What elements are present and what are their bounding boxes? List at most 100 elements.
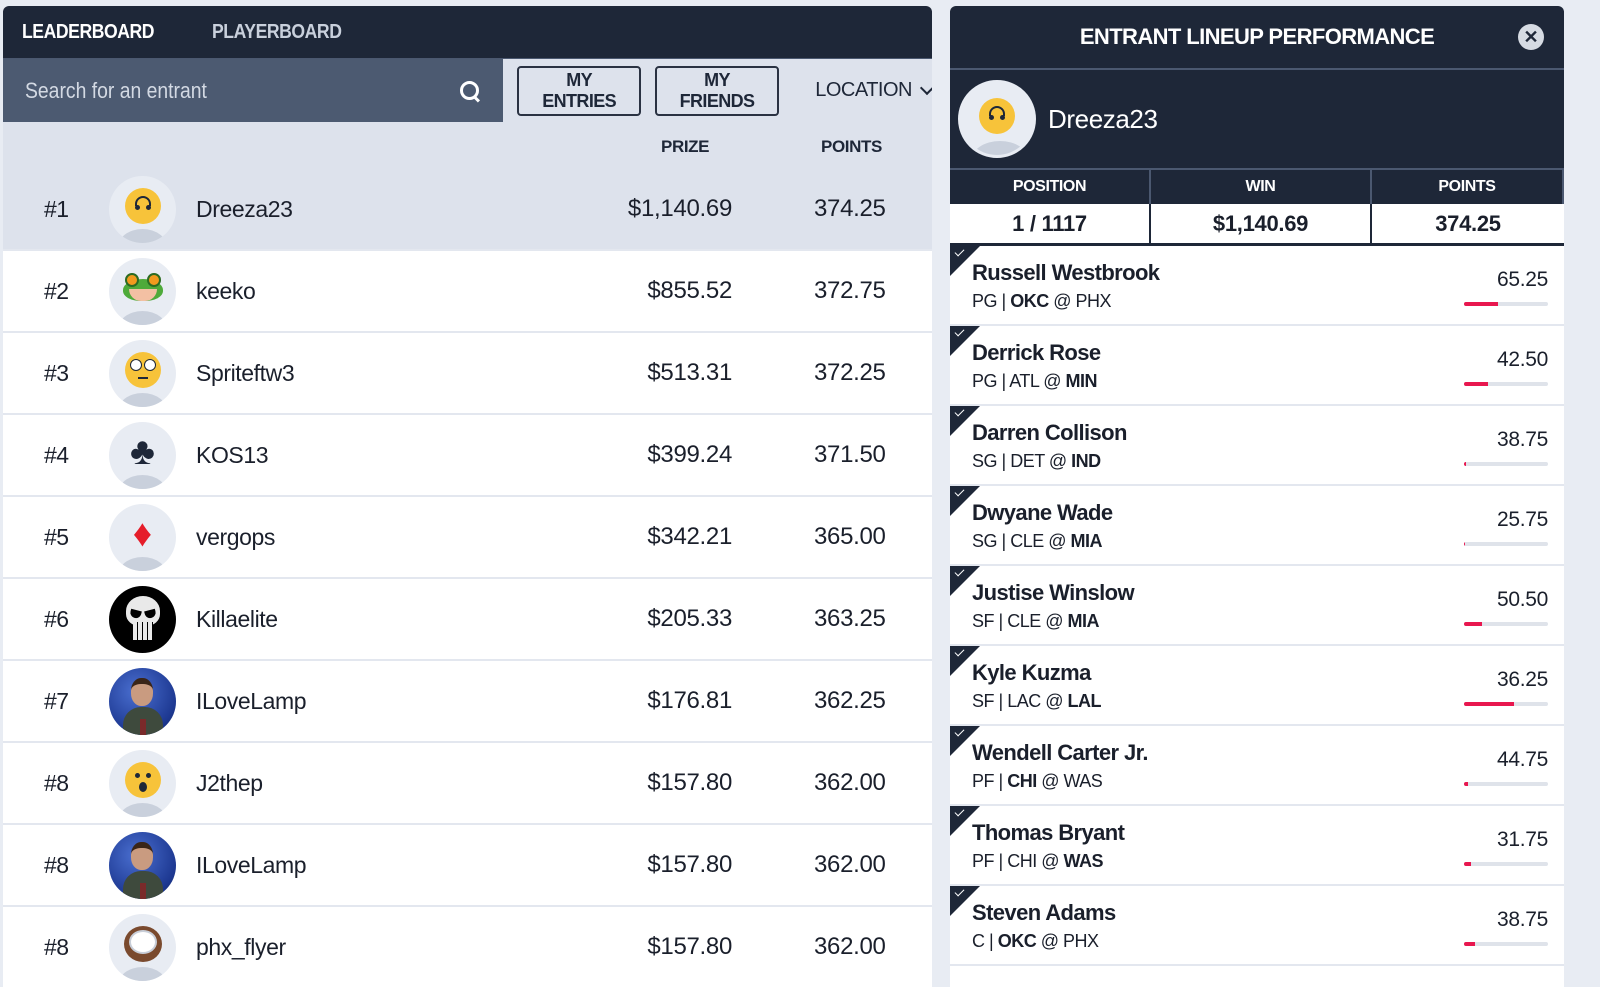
- player-name: Darren Collison: [972, 420, 1127, 445]
- lineup-player-row[interactable]: Darren Collison SG | DET @ IND 38.75: [950, 406, 1564, 486]
- player-name: Derrick Rose: [972, 340, 1101, 365]
- entrant-points: 374.25: [814, 195, 886, 222]
- player-progress-bar: [1464, 542, 1548, 546]
- player-points: 65.25: [1496, 268, 1548, 291]
- lineup-player-row[interactable]: Russell Westbrook PG | OKC @ PHX 65.25: [950, 246, 1564, 326]
- entrant-points: 372.25: [814, 359, 886, 386]
- player-points: 38.75: [1496, 428, 1548, 451]
- skull-icon: [124, 596, 162, 642]
- player-matchup: SF | CLE @ MIA: [972, 611, 1099, 631]
- player-name: Kyle Kuzma: [972, 660, 1091, 685]
- player-points: 42.50: [1496, 348, 1548, 371]
- tab-playerboard[interactable]: PLAYERBOARD: [212, 21, 342, 44]
- avatar: [109, 585, 176, 653]
- player-progress-fill: [1464, 862, 1471, 866]
- player-name: Wendell Carter Jr.: [972, 740, 1148, 765]
- entrant-rank: #3: [44, 359, 69, 386]
- search-icon[interactable]: [459, 80, 481, 102]
- search-bar: [3, 58, 504, 123]
- search-input[interactable]: [25, 77, 395, 104]
- lineup-player-row[interactable]: Wendell Carter Jr. PF | CHI @ WAS 44.75: [950, 726, 1564, 806]
- entrant-prize: $157.80: [647, 769, 732, 796]
- player-matchup: SG | CLE @ MIA: [972, 531, 1102, 551]
- entrant-name: phx_flyer: [196, 933, 286, 960]
- lineup-player-row[interactable]: Thomas Bryant PF | CHI @ WAS 31.75: [950, 806, 1564, 886]
- entrant-prize: $157.80: [647, 933, 732, 960]
- entrant-name: vergops: [196, 523, 276, 550]
- tab-leaderboard[interactable]: LEADERBOARD: [22, 21, 154, 44]
- entrant-row[interactable]: #4 ♣ KOS13 $399.24 371.50: [3, 415, 932, 497]
- leaderboard-panel: LEADERBOARD PLAYERBOARD MY ENTRIES MY FR…: [3, 6, 932, 987]
- stat-header-points: POINTS: [1372, 170, 1564, 204]
- avatar: [109, 257, 176, 325]
- entrant-rank: #1: [44, 195, 69, 222]
- avatar: [109, 913, 176, 981]
- entrant-row[interactable]: #5 ♦ vergops $342.21 365.00: [3, 497, 932, 579]
- stat-header-win: WIN: [1151, 170, 1372, 204]
- player-name: Russell Westbrook: [972, 260, 1160, 285]
- entrant-row[interactable]: #7 ILoveLamp $176.81 362.25: [3, 661, 932, 743]
- lineup-player-row[interactable]: Justise Winslow SF | CLE @ MIA 50.50: [950, 566, 1564, 646]
- entrant-points: 362.00: [814, 851, 886, 878]
- avatar: [109, 749, 176, 817]
- lineup-player-row[interactable]: Steven Adams C | OKC @ PHX 38.75: [950, 886, 1564, 966]
- player-points: 31.75: [1496, 828, 1548, 851]
- stats-table: POSITION WIN POINTS 1 / 1117 $1,140.69 3…: [950, 170, 1564, 246]
- tab-bar: LEADERBOARD PLAYERBOARD: [3, 6, 932, 58]
- player-matchup: PG | ATL @ MIN: [972, 371, 1097, 391]
- player-progress-bar: [1464, 862, 1548, 866]
- entrant-row[interactable]: #8 J2thep $157.80 362.00: [3, 743, 932, 825]
- entrant-row[interactable]: #8 ILoveLamp $157.80 362.00: [3, 825, 932, 907]
- avatar: [109, 175, 176, 243]
- lineup-player-row[interactable]: Derrick Rose PG | ATL @ MIN 42.50: [950, 326, 1564, 406]
- stat-points: 374.25: [1372, 204, 1564, 246]
- close-icon[interactable]: ✕: [1518, 24, 1544, 50]
- player-progress-bar: [1464, 302, 1548, 306]
- player-name: Steven Adams: [972, 900, 1116, 925]
- entrant-row[interactable]: #3 Spriteftw3 $513.31 372.25: [3, 333, 932, 415]
- entrant-points: 362.25: [814, 687, 886, 714]
- player-progress-bar: [1464, 782, 1548, 786]
- entrant-rank: #8: [44, 933, 69, 960]
- eye-roll-face-icon: [124, 352, 161, 388]
- entrant-row[interactable]: #8 phx_flyer $157.80 362.00: [3, 907, 932, 987]
- my-entries-button[interactable]: MY ENTRIES: [517, 65, 641, 116]
- entrant-points: 371.50: [814, 441, 886, 468]
- entrant-rank: #8: [44, 851, 69, 878]
- entrant-name: KOS13: [196, 441, 269, 468]
- entrant-prize: $205.33: [647, 605, 732, 632]
- player-progress-fill: [1464, 382, 1489, 386]
- lineup-panel: ENTRANT LINEUP PERFORMANCE ✕ Dreeza23 PO…: [950, 6, 1564, 987]
- player-matchup: C | OKC @ PHX: [972, 931, 1099, 951]
- player-name: Dwyane Wade: [972, 500, 1113, 525]
- entrant-row[interactable]: #6 Killaelite $205.33 363.25: [3, 579, 932, 661]
- entrant-points: 362.00: [814, 933, 886, 960]
- entrant-name: Dreeza23: [196, 195, 293, 222]
- upside-down-face-icon: [124, 188, 161, 224]
- entrant-row[interactable]: #1 Dreeza23 $1,140.69 374.25: [3, 169, 932, 251]
- entrant-list: #1 Dreeza23 $1,140.69 374.25 #2 keeko $855.52 3…: [3, 169, 932, 987]
- player-name: Thomas Bryant: [972, 820, 1125, 845]
- my-friends-button[interactable]: MY FRIENDS: [654, 65, 780, 116]
- player-progress-fill: [1464, 462, 1466, 466]
- entrant-row[interactable]: #2 keeko $855.52 372.75: [3, 251, 932, 333]
- column-header-prize: PRIZE: [661, 137, 710, 156]
- entrant-prize: $342.21: [647, 523, 732, 550]
- lineup-player-row[interactable]: Dwyane Wade SG | CLE @ MIA 25.75: [950, 486, 1564, 566]
- avatar: [958, 80, 1036, 158]
- stat-header-position: POSITION: [950, 170, 1151, 204]
- player-matchup: SG | DET @ IND: [972, 451, 1101, 471]
- club-icon: ♣: [130, 431, 155, 473]
- avatar: [109, 339, 176, 407]
- lineup-player-row[interactable]: Kyle Kuzma SF | LAC @ LAL 36.25: [950, 646, 1564, 726]
- player-matchup: SF | LAC @ LAL: [972, 691, 1101, 711]
- entrant-prize: $157.80: [647, 851, 732, 878]
- lineup-list: Russell Westbrook PG | OKC @ PHX 65.25 Derr…: [950, 246, 1564, 966]
- player-progress-fill: [1464, 702, 1515, 706]
- filter-toolbar: MY ENTRIES MY FRIENDS LOCATION: [3, 58, 932, 123]
- location-dropdown[interactable]: LOCATION: [815, 79, 932, 102]
- entrant-prize: $513.31: [647, 359, 732, 386]
- entrant-name: keeko: [196, 277, 256, 304]
- entrant-rank: #4: [44, 441, 69, 468]
- stat-win: $1,140.69: [1151, 204, 1372, 246]
